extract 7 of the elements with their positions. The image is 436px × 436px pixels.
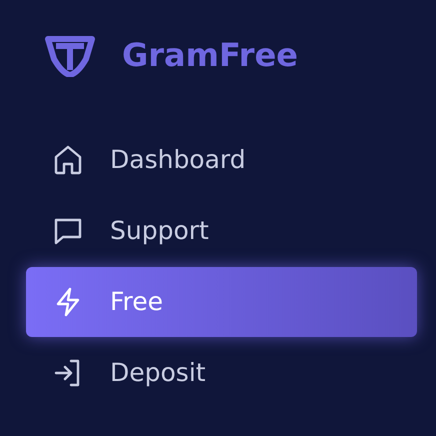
menu-item[interactable]: Dashboard: [26, 125, 417, 195]
menu-item[interactable]: Support: [26, 196, 417, 266]
brand-name: GramFree: [122, 35, 298, 76]
logo-icon: [42, 33, 98, 77]
menu-item[interactable]: Deposit: [26, 338, 417, 408]
menu-item[interactable]: Free: [26, 267, 417, 337]
home-icon: [52, 144, 84, 176]
